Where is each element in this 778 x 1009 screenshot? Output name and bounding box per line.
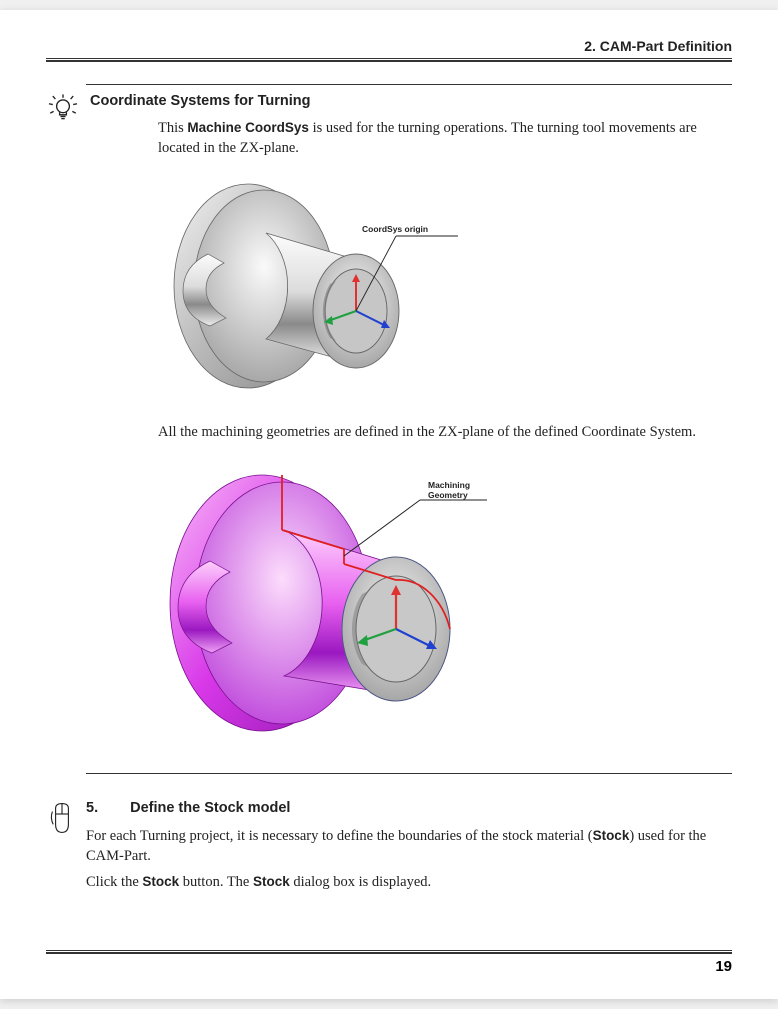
text: Click the bbox=[86, 874, 142, 890]
step-block: 5. Define the Stock model For each Turni… bbox=[86, 800, 732, 893]
step-paragraph-2: Click the Stock button. The Stock dialog… bbox=[86, 872, 732, 892]
figure-2: Machining Geometry bbox=[132, 448, 732, 755]
footer-rule bbox=[46, 950, 732, 954]
page-number: 19 bbox=[46, 958, 732, 975]
figure-2-label-2: Geometry bbox=[428, 490, 468, 500]
text: dialog box is displayed. bbox=[290, 874, 431, 890]
text: This bbox=[158, 120, 187, 136]
text: button. The bbox=[179, 874, 253, 890]
step-body: For each Turning project, it is necessar… bbox=[86, 826, 732, 893]
chapter-header: 2. CAM-Part Definition bbox=[46, 38, 732, 58]
bold-text: Stock bbox=[142, 874, 179, 889]
text: For each Turning project, it is necessar… bbox=[86, 828, 593, 844]
tip-title: Coordinate Systems for Turning bbox=[90, 91, 732, 119]
tip-end-rule bbox=[86, 773, 732, 774]
figure-2-label-1: Machining bbox=[428, 480, 470, 490]
page-footer: 19 bbox=[46, 950, 732, 975]
figure-1-label: CoordSys origin bbox=[362, 224, 428, 234]
header-rule bbox=[46, 58, 732, 62]
step-title: Define the Stock model bbox=[130, 800, 290, 816]
bold-text: Stock bbox=[253, 874, 290, 889]
step-heading: 5. Define the Stock model bbox=[86, 800, 732, 816]
tip-block: Coordinate Systems for Turning This Mach… bbox=[86, 84, 732, 774]
step-number: 5. bbox=[86, 800, 98, 816]
lightbulb-icon bbox=[46, 91, 80, 125]
bold-text: Stock bbox=[593, 828, 630, 843]
tip-paragraph-2: All the machining geometries are defined… bbox=[158, 423, 732, 443]
document-page: 2. CAM-Part Definition Coordinate System… bbox=[0, 10, 778, 999]
step-paragraph-1: For each Turning project, it is necessar… bbox=[86, 826, 732, 867]
figure-1: CoordSys origin bbox=[138, 166, 732, 413]
bold-text: Machine CoordSys bbox=[187, 120, 309, 135]
tip-paragraph-1: This Machine CoordSys is used for the tu… bbox=[158, 119, 732, 158]
tip-body: This Machine CoordSys is used for the tu… bbox=[158, 119, 732, 774]
mouse-icon bbox=[46, 800, 78, 836]
